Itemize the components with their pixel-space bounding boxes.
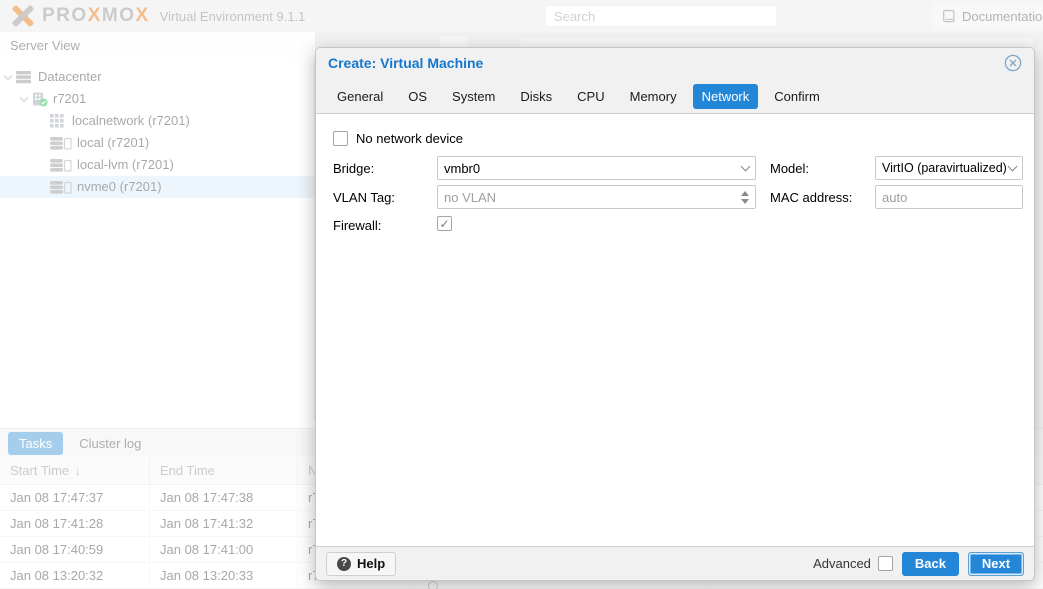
question-mark-icon: ? — [337, 557, 351, 571]
no-network-device-checkbox[interactable] — [333, 131, 348, 146]
close-icon[interactable] — [1004, 54, 1022, 72]
firewall-label: Firewall: — [333, 218, 381, 233]
check-mark-icon: ✓ — [439, 217, 449, 231]
dialog-header: Create: Virtual Machine — [316, 48, 1034, 78]
spinner-arrows-icon[interactable] — [741, 191, 749, 204]
tab-network[interactable]: Network — [693, 84, 759, 109]
tab-system[interactable]: System — [443, 84, 504, 109]
chevron-down-icon — [741, 161, 751, 171]
tab-disks[interactable]: Disks — [511, 84, 561, 109]
advanced-checkbox[interactable] — [878, 556, 893, 571]
dialog-footer: ? Help Advanced Back Next — [316, 547, 1034, 580]
help-label: Help — [357, 556, 385, 571]
back-button[interactable]: Back — [902, 552, 959, 576]
dialog-title: Create: Virtual Machine — [328, 55, 483, 71]
tab-general[interactable]: General — [328, 84, 392, 109]
bridge-value: vmbr0 — [444, 161, 742, 176]
advanced-toggle: Advanced — [813, 556, 893, 571]
bridge-combobox[interactable]: vmbr0 — [437, 156, 756, 180]
vlan-tag-label: VLAN Tag: — [333, 190, 395, 205]
help-button[interactable]: ? Help — [326, 552, 396, 576]
mac-address-label: MAC address: — [770, 190, 852, 205]
create-vm-dialog: Create: Virtual Machine General OS Syste… — [315, 47, 1035, 581]
next-button[interactable]: Next — [968, 552, 1024, 576]
firewall-checkbox[interactable]: ✓ — [437, 216, 452, 231]
vlan-tag-spinner[interactable]: no VLAN — [437, 185, 756, 209]
model-value: VirtIO (paravirtualized) — [882, 161, 1009, 175]
model-combobox[interactable]: VirtIO (paravirtualized) — [875, 156, 1023, 180]
model-label: Model: — [770, 161, 809, 176]
dialog-tabs: General OS System Disks CPU Memory Netwo… — [316, 78, 1034, 109]
no-network-device-row: No network device — [333, 131, 463, 146]
tab-os[interactable]: OS — [399, 84, 436, 109]
vlan-tag-placeholder: no VLAN — [444, 190, 741, 205]
tab-cpu[interactable]: CPU — [568, 84, 613, 109]
chevron-down-icon — [1008, 161, 1018, 171]
advanced-label: Advanced — [813, 556, 871, 571]
network-form: No network device Bridge: vmbr0 Model: V… — [316, 113, 1034, 547]
tab-confirm[interactable]: Confirm — [765, 84, 829, 109]
tab-memory[interactable]: Memory — [621, 84, 686, 109]
mac-address-input[interactable] — [875, 185, 1023, 209]
no-network-device-label: No network device — [356, 131, 463, 146]
proxmox-app: PROXMOX Virtual Environment 9.1.1 Docume… — [0, 0, 1043, 589]
bridge-label: Bridge: — [333, 161, 374, 176]
